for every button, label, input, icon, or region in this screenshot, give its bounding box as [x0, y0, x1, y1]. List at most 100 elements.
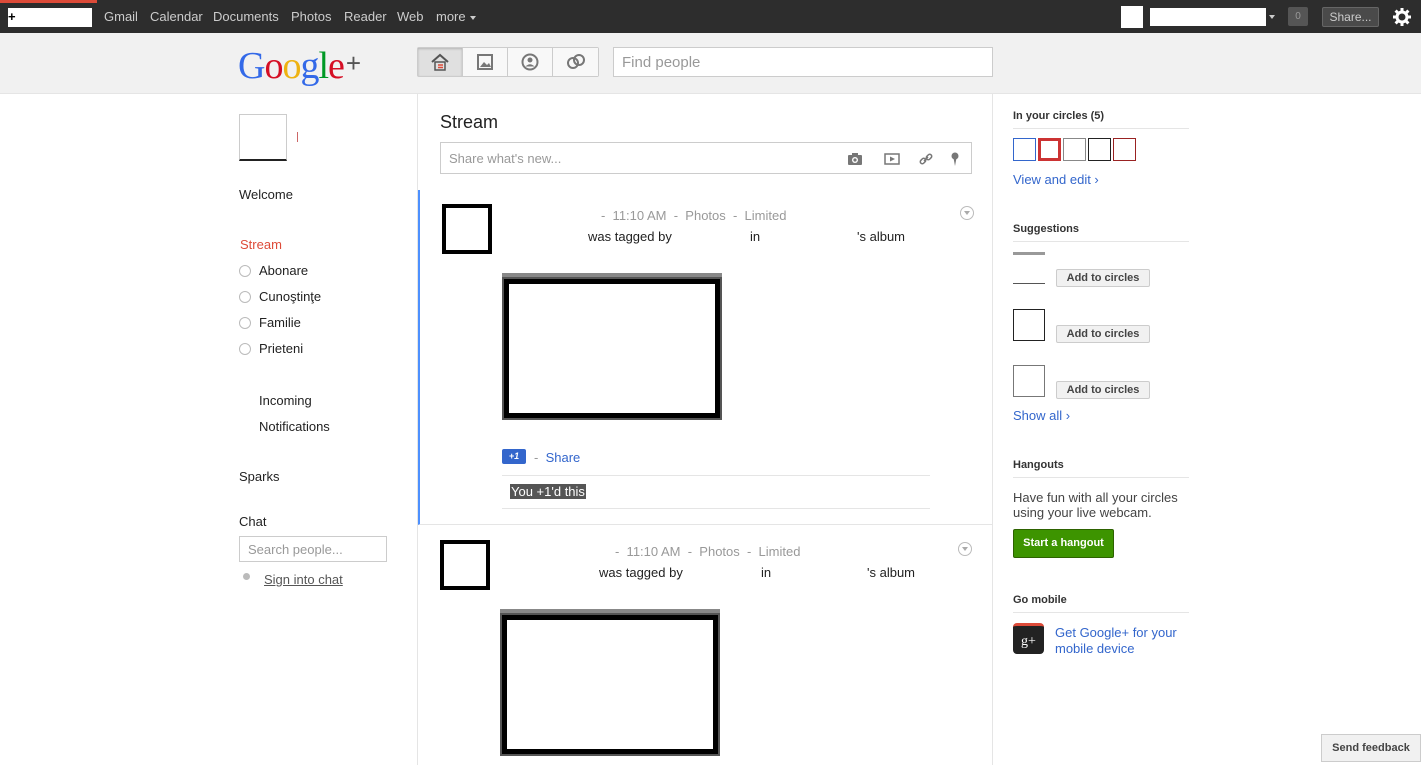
tab-profile[interactable]: [508, 48, 553, 76]
logo-letter: l: [318, 45, 329, 87]
location-icon[interactable]: [947, 151, 963, 167]
circle-member-avatar[interactable]: [1063, 138, 1086, 161]
circle-label: Cunoştinţe: [259, 289, 322, 304]
main-nav-tabs: [417, 47, 599, 77]
video-icon[interactable]: [884, 151, 900, 167]
header: Google+: [0, 33, 1421, 94]
circle-label: Abonare: [259, 263, 309, 278]
topbar-link-web[interactable]: Web: [397, 10, 424, 24]
gear-icon[interactable]: [1390, 5, 1414, 29]
post-avatar[interactable]: [440, 540, 490, 590]
circle-member-avatar[interactable]: [1038, 138, 1061, 161]
profile-picture[interactable]: [239, 114, 287, 161]
post-photo[interactable]: [502, 273, 722, 420]
share-button[interactable]: Share...: [1322, 7, 1379, 27]
circle-label: Familie: [259, 315, 301, 330]
send-feedback-button[interactable]: Send feedback: [1321, 734, 1421, 762]
plus-one-button[interactable]: +1: [502, 449, 526, 464]
nav-circle-familie[interactable]: Familie: [239, 315, 301, 330]
nav-sparks[interactable]: Sparks: [239, 469, 279, 484]
add-to-circles-button[interactable]: Add to circles: [1056, 381, 1150, 399]
topbar-link-photos[interactable]: Photos: [291, 10, 331, 24]
plus-one-summary: You +1'd this: [502, 475, 930, 509]
photo-frame: [504, 279, 720, 418]
tab-photos[interactable]: [463, 48, 508, 76]
chevron-down-icon: [469, 15, 476, 20]
suggestion-avatar[interactable]: [1013, 309, 1045, 341]
tab-circles[interactable]: [553, 48, 598, 76]
notification-count[interactable]: 0: [1288, 7, 1308, 26]
topbar-link-documents[interactable]: Documents: [213, 10, 279, 24]
nav-welcome[interactable]: Welcome: [239, 187, 293, 202]
post-actions: - Share: [534, 450, 580, 465]
suggestions-heading: Suggestions: [1013, 223, 1189, 242]
find-people-input[interactable]: [613, 47, 993, 77]
profile-icon: [521, 53, 539, 71]
photo-frame: [502, 615, 718, 754]
circle-member-avatar[interactable]: [1113, 138, 1136, 161]
stream-column: Stream Share what's new... - 11:10 AM - …: [417, 94, 993, 765]
nav-notifications[interactable]: Notifications: [259, 419, 330, 434]
add-to-circles-button[interactable]: Add to circles: [1056, 269, 1150, 287]
tab-home[interactable]: [418, 48, 463, 76]
show-all-link[interactable]: Show all ›: [1013, 408, 1070, 423]
logo-letter: g: [300, 45, 319, 87]
sign-into-chat-link[interactable]: Sign into chat: [264, 572, 343, 587]
status-dot-icon: [243, 573, 250, 580]
post-in: in: [761, 565, 772, 580]
separator: -: [534, 450, 539, 465]
google-plus-logo[interactable]: Google+: [238, 43, 361, 87]
google-plus-mobile-icon[interactable]: g+: [1013, 623, 1044, 654]
link-icon[interactable]: [918, 151, 934, 167]
account-avatar[interactable]: [1121, 6, 1143, 28]
topbar-link-reader[interactable]: Reader: [344, 10, 387, 24]
nav-circle-cunostinte[interactable]: Cunoştinţe: [239, 289, 321, 304]
active-indicator: [0, 0, 97, 3]
share-box[interactable]: Share what's new...: [440, 142, 972, 174]
home-icon: [431, 53, 449, 71]
logo-letter: o: [264, 45, 283, 87]
logo-letter: e: [328, 45, 345, 87]
account-chevron-icon[interactable]: [1269, 15, 1275, 19]
topbar-link-more[interactable]: more: [436, 10, 476, 24]
hangouts-heading: Hangouts: [1013, 459, 1189, 478]
circle-label: Prieteni: [259, 341, 304, 356]
chevron-down-icon[interactable]: [960, 206, 974, 220]
nav-stream[interactable]: Stream: [240, 237, 282, 252]
more-label: more: [436, 9, 466, 24]
suggestion-avatar[interactable]: [1013, 365, 1045, 397]
camera-icon[interactable]: [847, 151, 863, 167]
nav-incoming[interactable]: Incoming: [259, 393, 312, 408]
in-circles-heading: In your circles (5): [1013, 110, 1189, 129]
circle-icon: [239, 264, 251, 277]
logo-letter: o: [282, 45, 301, 87]
share-link[interactable]: Share: [546, 450, 581, 465]
profile-name-placeholder: [297, 132, 298, 142]
account-name[interactable]: [1150, 8, 1266, 26]
circle-member-avatar[interactable]: [1088, 138, 1111, 161]
plus-user-link[interactable]: +: [8, 8, 92, 27]
start-hangout-button[interactable]: Start a hangout: [1013, 529, 1114, 558]
add-to-circles-button[interactable]: Add to circles: [1056, 325, 1150, 343]
view-edit-link[interactable]: View and edit ›: [1013, 172, 1099, 187]
post-album: 's album: [857, 229, 906, 244]
circle-member-avatar[interactable]: [1013, 138, 1036, 161]
topbar-link-calendar[interactable]: Calendar: [150, 10, 203, 24]
circle-icon: [239, 290, 251, 303]
logo-letter: G: [238, 45, 265, 87]
post-photo[interactable]: [500, 609, 720, 756]
post-tagged-by: was tagged by: [599, 565, 683, 580]
chevron-down-icon[interactable]: [958, 542, 972, 556]
get-mobile-link[interactable]: Get Google+ for your mobile device: [1055, 625, 1189, 657]
logo-letters: Google: [238, 45, 345, 87]
nav-circle-abonare[interactable]: Abonare: [239, 263, 308, 278]
stream-post[interactable]: - 11:10 AM - Photos - Limited was tagged…: [418, 526, 992, 765]
you-plus-one-text: You +1'd this: [510, 484, 586, 499]
stream-post[interactable]: - 11:10 AM - Photos - Limited was tagged…: [418, 190, 992, 525]
nav-circle-prieteni[interactable]: Prieteni: [239, 341, 303, 356]
suggestion-avatar[interactable]: [1013, 252, 1045, 284]
post-avatar[interactable]: [442, 204, 492, 254]
topbar-link-gmail[interactable]: Gmail: [104, 10, 138, 24]
circle-icon: [239, 316, 251, 329]
chat-search-input[interactable]: [239, 536, 387, 562]
